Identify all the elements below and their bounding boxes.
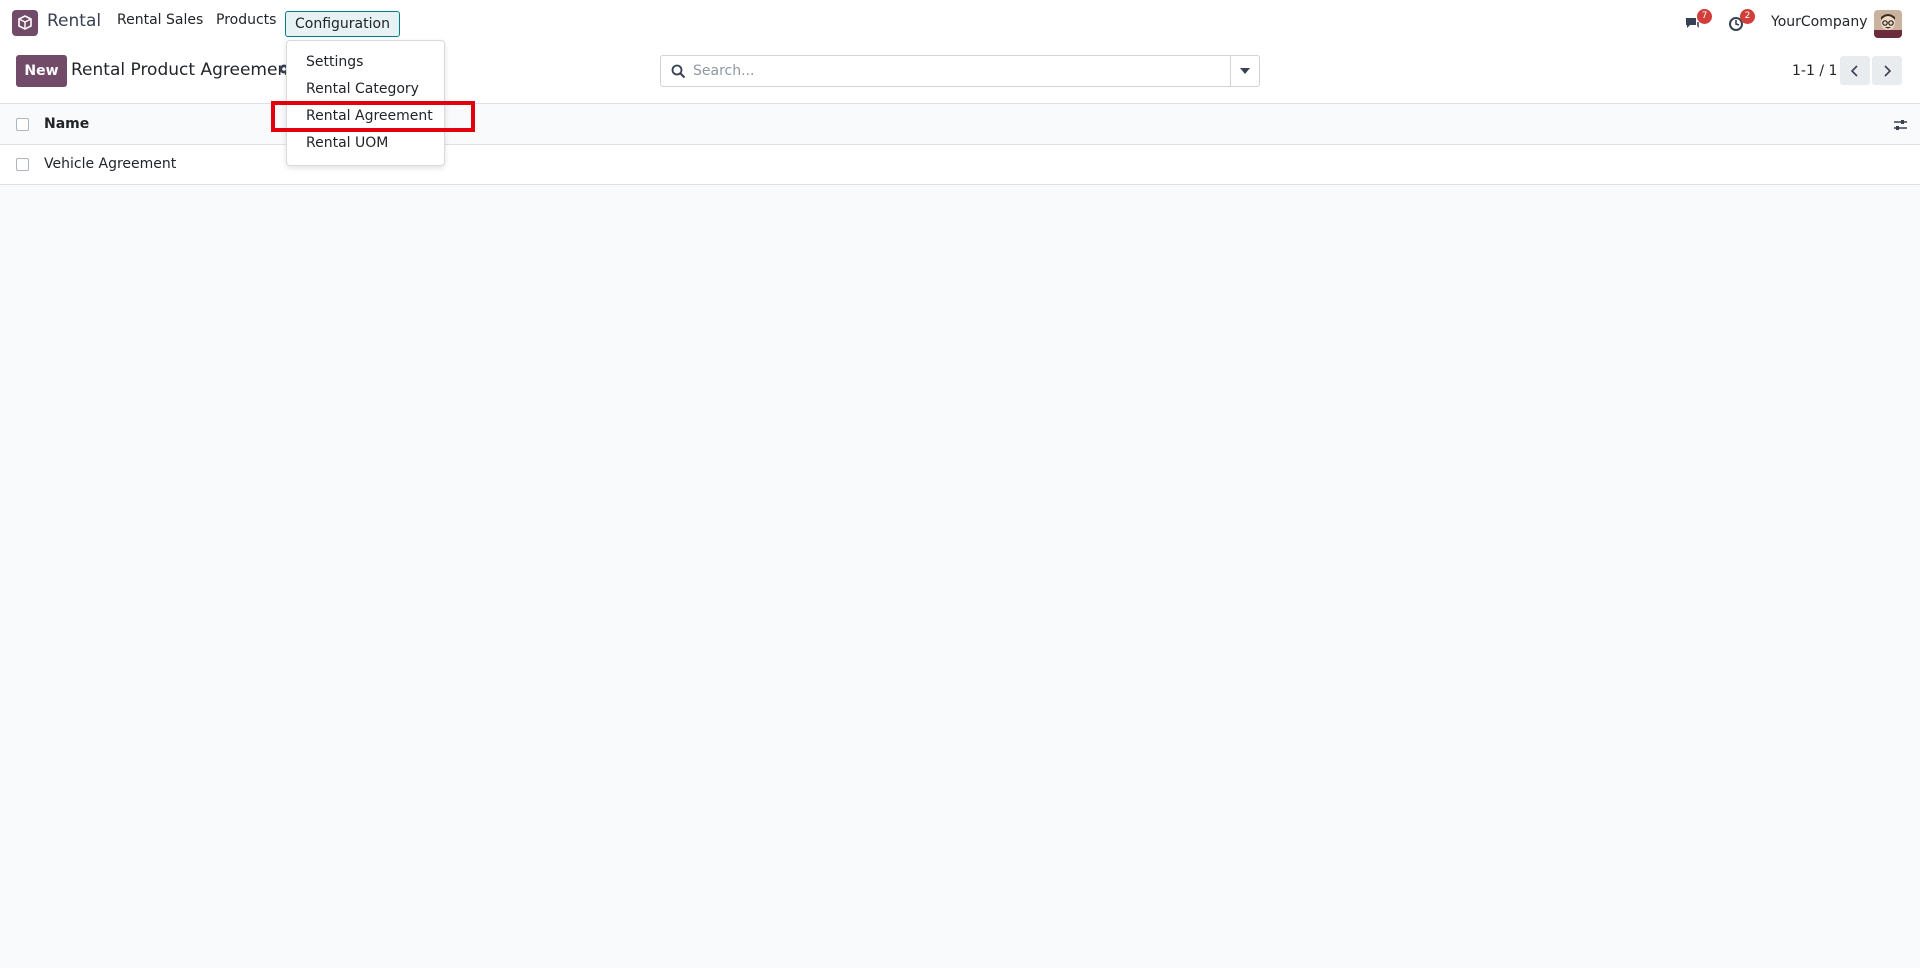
search-icon <box>671 64 686 79</box>
app-name[interactable]: Rental <box>47 11 101 31</box>
dropdown-item-rental-agreement[interactable]: Rental Agreement <box>306 108 433 124</box>
search-bar <box>660 55 1260 87</box>
messages-button[interactable]: 7 <box>1682 9 1712 35</box>
caret-down-icon <box>1240 68 1250 74</box>
new-button[interactable]: New <box>16 55 67 87</box>
dropdown-item-rental-category[interactable]: Rental Category <box>306 81 419 97</box>
menu-products[interactable]: Products <box>216 12 276 28</box>
pager-value[interactable]: 1-1 / 1 <box>1792 63 1837 79</box>
configuration-dropdown: Settings Rental Category Rental Agreemen… <box>286 40 445 166</box>
activities-badge: 2 <box>1740 9 1755 24</box>
pager-next-button[interactable] <box>1872 56 1902 85</box>
row-checkbox[interactable] <box>16 158 29 171</box>
activities-button[interactable]: 2 <box>1725 9 1755 35</box>
page-title: Rental Product Agreement <box>71 60 295 80</box>
dropdown-item-rental-uom[interactable]: Rental UOM <box>306 135 388 151</box>
chevron-left-icon <box>1851 64 1858 77</box>
company-switcher[interactable]: YourCompany <box>1771 14 1868 30</box>
messages-badge: 7 <box>1697 9 1712 24</box>
sliders-icon[interactable] <box>1893 118 1908 133</box>
rental-app-icon[interactable] <box>12 10 38 36</box>
pager-previous-button[interactable] <box>1840 56 1870 85</box>
dropdown-item-settings[interactable]: Settings <box>306 54 363 70</box>
cell-name: Vehicle Agreement <box>44 156 177 172</box>
select-all-checkbox[interactable] <box>16 118 29 131</box>
column-header-name[interactable]: Name <box>44 116 89 132</box>
top-navbar: Rental Rental Sales Products Configurati… <box>0 0 1920 46</box>
menu-configuration[interactable]: Configuration <box>285 11 400 37</box>
search-options-toggle[interactable] <box>1230 56 1259 86</box>
user-avatar[interactable] <box>1874 10 1902 38</box>
box-icon <box>18 15 32 30</box>
search-input[interactable] <box>693 59 1221 83</box>
menu-rental-sales[interactable]: Rental Sales <box>117 12 203 28</box>
user-avatar-image <box>1874 10 1902 38</box>
chevron-right-icon <box>1884 64 1891 77</box>
